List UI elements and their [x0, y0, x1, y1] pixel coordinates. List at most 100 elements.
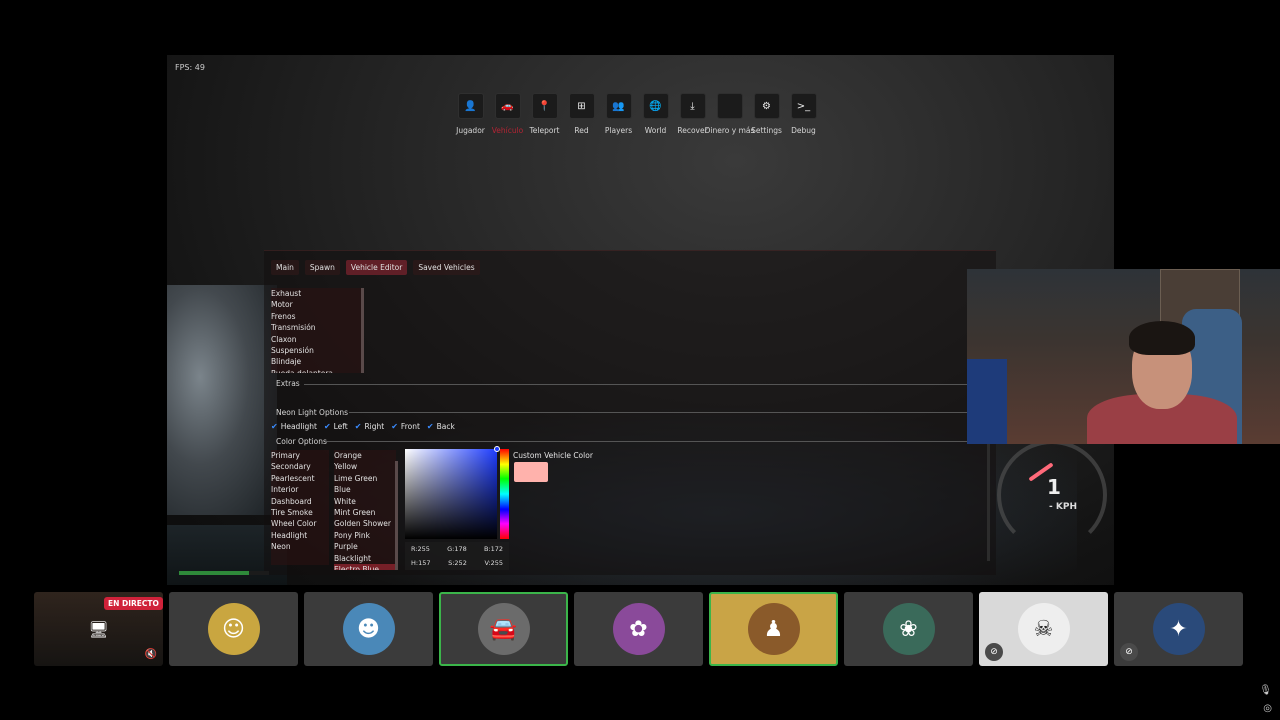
user-icon[interactable]: 👤 — [457, 93, 484, 119]
money-icon[interactable] — [716, 93, 743, 119]
neon-option[interactable]: ✔ Left — [324, 422, 348, 431]
participant-tile[interactable]: ☠ ⊘ — [979, 592, 1108, 666]
divider — [326, 441, 994, 442]
terminal-icon[interactable]: >_ — [790, 93, 817, 119]
call-participants: EN DIRECTO 🖥 🔇 ☺ ☻ 🚘 ✿ ♟ ❀ ☠ ⊘ ✦ ⊘ — [34, 592, 1243, 666]
fps-counter: FPS: 49 — [175, 63, 205, 72]
value-value: V:255 — [484, 559, 503, 567]
neon-option[interactable]: ✔ Back — [427, 422, 455, 431]
color-target-item[interactable]: Headlight — [271, 530, 329, 541]
live-badge: EN DIRECTO — [104, 597, 163, 610]
tab-1[interactable]: Spawn — [304, 260, 340, 275]
checkbox-checked-icon[interactable]: ✔ — [324, 422, 331, 431]
globe-icon[interactable]: 🌐 — [642, 93, 669, 119]
color-target-item[interactable]: Interior — [271, 484, 329, 495]
gear-icon[interactable]: ⚙ — [753, 93, 780, 119]
part-item[interactable]: Motor — [271, 299, 363, 310]
part-item[interactable]: Transmisión — [271, 322, 363, 333]
color-name-item[interactable]: Mint Green — [334, 507, 396, 518]
part-item[interactable]: Suspensión — [271, 345, 363, 356]
neon-option[interactable]: ✔ Headlight — [271, 422, 317, 431]
color-name-item[interactable]: Orange — [334, 450, 396, 461]
color-name-item[interactable]: Purple — [334, 541, 396, 552]
speaker-muted-icon[interactable]: 🔇 — [145, 649, 157, 660]
screen-share-icon: 🖥 — [88, 619, 109, 639]
map-pin-icon[interactable]: 📍 — [531, 93, 558, 119]
screen-share-tile[interactable]: EN DIRECTO 🖥 🔇 — [34, 592, 163, 666]
hue-slider[interactable] — [500, 449, 509, 539]
vehicle-editor-panel: Main Spawn Vehicle Editor Saved Vehicles Ex… — [264, 250, 996, 575]
part-list-scrollbar[interactable] — [361, 288, 364, 373]
participant-tile[interactable]: ✿ — [574, 592, 703, 666]
color-list-scrollbar[interactable] — [395, 461, 398, 570]
settings-icon[interactable]: ◎ — [1263, 703, 1272, 714]
part-item[interactable]: Claxon — [271, 334, 363, 345]
color-target-item[interactable]: Neon — [271, 541, 329, 552]
color-name-list[interactable]: Orange Yellow Lime Green Blue White Mint Gree… — [334, 450, 396, 570]
avatar: ✿ — [612, 603, 665, 655]
avatar: ✦ — [1152, 603, 1205, 655]
microphone-icon[interactable]: 🎙 — [1259, 685, 1272, 696]
part-item[interactable]: Exhaust — [271, 288, 363, 299]
participant-tile[interactable]: ❀ — [844, 592, 973, 666]
color-target-list[interactable]: Primary Secondary Pearlescent Interior Dashb… — [271, 450, 329, 565]
editor-tabs: Main Spawn Vehicle Editor Saved Vehicles — [271, 260, 480, 275]
hue-value: H:157 — [411, 559, 431, 567]
color-name-item[interactable]: Yellow — [334, 461, 396, 472]
color-name-item[interactable]: Pony Pink — [334, 530, 396, 541]
participant-tile[interactable]: 🚘 — [439, 592, 568, 666]
color-name-item[interactable]: Blue — [334, 484, 396, 495]
part-item[interactable]: Blindaje — [271, 356, 363, 367]
players-icon[interactable]: 👥 — [605, 93, 632, 119]
color-target-item[interactable]: Secondary — [271, 461, 329, 472]
custom-color-swatch[interactable] — [514, 462, 548, 482]
section-extras[interactable]: Extras — [276, 379, 300, 388]
saturation-value: S:252 — [448, 559, 467, 567]
checkbox-checked-icon[interactable]: ✔ — [355, 422, 362, 431]
tab-3[interactable]: Saved Vehicles — [413, 260, 480, 275]
checkbox-checked-icon[interactable]: ✔ — [427, 422, 434, 431]
speed-unit: - KPH — [1049, 502, 1077, 512]
avatar: ☻ — [342, 603, 395, 655]
color-name-item[interactable]: White — [334, 496, 396, 507]
car-icon[interactable]: 🚗 — [494, 93, 521, 119]
tab-2[interactable]: Vehicle Editor — [345, 260, 408, 275]
red-value: R:255 — [411, 545, 430, 553]
color-target-item[interactable]: Wheel Color — [271, 518, 329, 529]
neon-option-label: Left — [333, 422, 348, 431]
checkbox-checked-icon[interactable]: ✔ — [271, 422, 278, 431]
neon-option-label: Front — [400, 422, 420, 431]
participant-tile[interactable]: ☻ — [304, 592, 433, 666]
color-picker-sv[interactable] — [405, 446, 500, 539]
green-value: G:178 — [447, 545, 467, 553]
color-name-item[interactable]: Blacklight — [334, 553, 396, 564]
checkbox-checked-icon[interactable]: ✔ — [391, 422, 398, 431]
vehicle-part-list[interactable]: Exhaust Motor Frenos Transmisión Claxon Suspe… — [271, 288, 363, 373]
part-item[interactable]: Rueda delantera — [271, 368, 363, 373]
color-target-item[interactable]: Pearlescent — [271, 473, 329, 484]
neon-option-label: Headlight — [280, 422, 317, 431]
participant-tile[interactable]: ♟ — [709, 592, 838, 666]
mic-off-icon: ⊘ — [1120, 643, 1138, 661]
neon-option[interactable]: ✔ Front — [391, 422, 420, 431]
participant-tile[interactable]: ☺ — [169, 592, 298, 666]
speedometer: 1 - KPH — [997, 440, 1107, 580]
color-name-item[interactable]: Lime Green — [334, 473, 396, 484]
color-target-item[interactable]: Primary — [271, 450, 329, 461]
recover-icon[interactable]: ⤓ — [679, 93, 706, 119]
divider — [304, 384, 994, 385]
participant-tile[interactable]: ✦ ⊘ — [1114, 592, 1243, 666]
color-name-item[interactable]: Electro Blue — [334, 563, 396, 570]
color-values: R:255 G:178 B:172 H:157 S:252 V:255 — [405, 542, 509, 570]
section-neon: Neon Light Options — [276, 408, 348, 417]
part-item[interactable]: Frenos — [271, 311, 363, 322]
network-icon[interactable]: ⊞ — [568, 93, 595, 119]
nav-item-9[interactable]: >_ Debug — [785, 93, 822, 135]
color-target-item[interactable]: Tire Smoke — [271, 507, 329, 518]
color-name-item[interactable]: Golden Shower — [334, 518, 396, 529]
gear-indicator: 1 — [1047, 475, 1061, 499]
avatar: ☠ — [1017, 603, 1070, 655]
tab-0[interactable]: Main — [271, 260, 299, 275]
neon-option[interactable]: ✔ Right — [355, 422, 384, 431]
color-target-item[interactable]: Dashboard — [271, 496, 329, 507]
